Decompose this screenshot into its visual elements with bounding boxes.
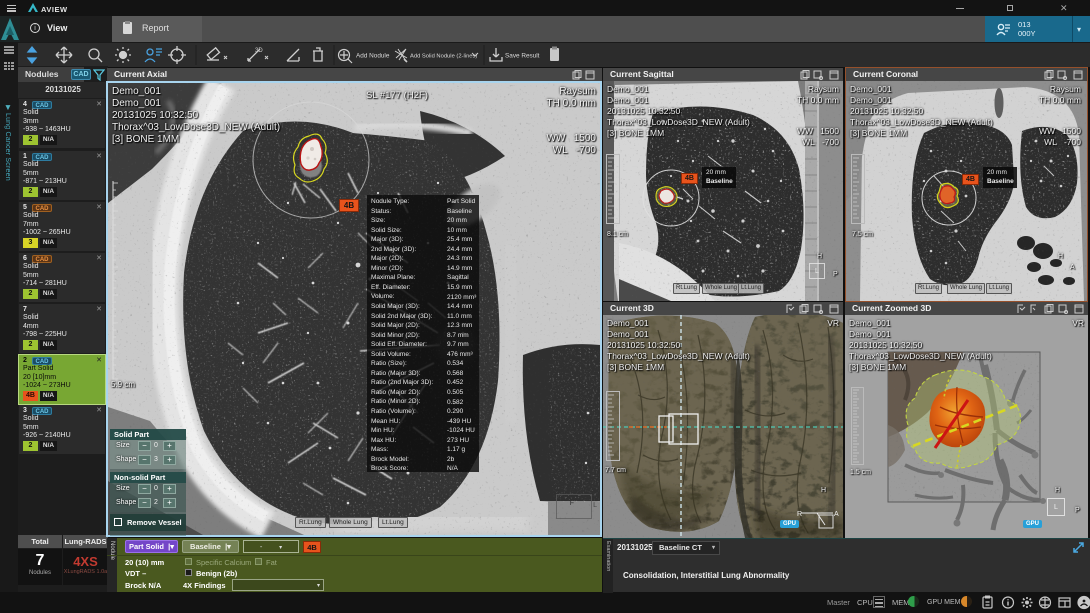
svg-text:Add Solid Nodule (2-lines): Add Solid Nodule (2-lines) — [410, 54, 477, 60]
svg-text:3D: 3D — [255, 48, 263, 54]
svg-text:A: A — [834, 511, 839, 518]
svg-text:Save Result: Save Result — [505, 53, 540, 60]
svg-text:R: R — [797, 511, 802, 518]
svg-text:Add Nodule: Add Nodule — [356, 53, 390, 60]
